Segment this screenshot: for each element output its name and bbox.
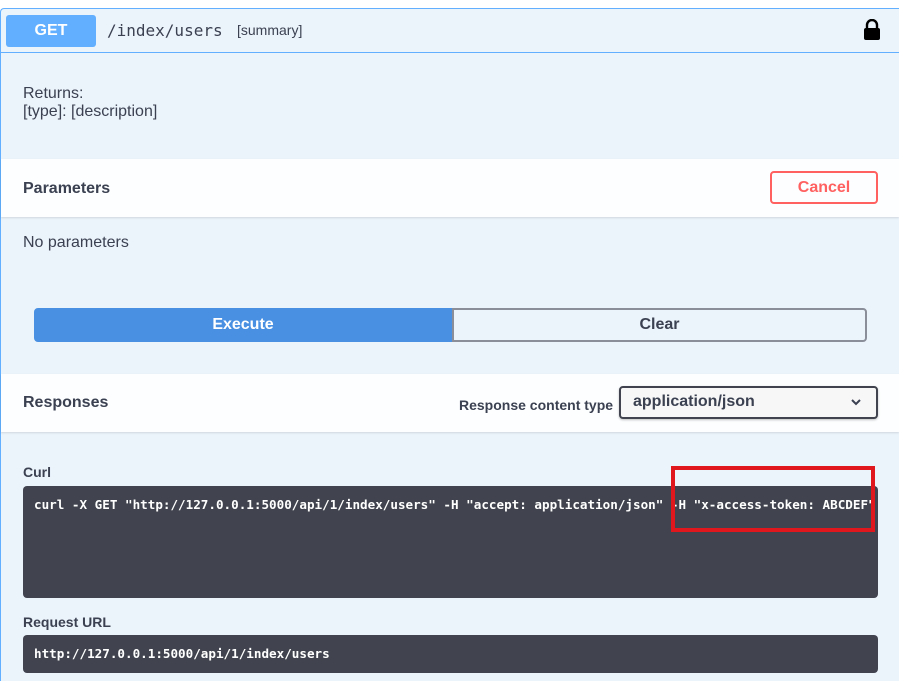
execute-button[interactable]: Execute <box>34 308 452 342</box>
parameters-header: Parameters Cancel <box>1 159 899 217</box>
chevron-down-icon <box>851 399 861 406</box>
description-type: [type]: [description] <box>23 103 158 120</box>
response-content-type-select[interactable]: application/json <box>619 386 878 419</box>
clear-button[interactable]: Clear <box>452 308 867 342</box>
highlight-annotation-box <box>671 466 875 532</box>
lock-icon[interactable] <box>863 19 881 41</box>
operation-description: Returns: [type]: [description] <box>23 85 157 121</box>
response-content-type-label: Response content type <box>459 397 614 413</box>
curl-label: Curl <box>23 464 51 480</box>
request-url-value[interactable]: http://127.0.0.1:5000/api/1/index/users <box>23 635 878 673</box>
operation-summary-text: [summary] <box>237 22 303 38</box>
execute-button-group: Execute Clear <box>34 308 867 342</box>
operation-summary[interactable]: GET /index/users [summary] <box>1 9 899 53</box>
responses-header: Responses Response content type applicat… <box>1 374 899 432</box>
description-returns: Returns: <box>23 85 84 102</box>
method-badge: GET <box>6 15 96 47</box>
cancel-button[interactable]: Cancel <box>770 171 878 204</box>
response-content-type-value: application/json <box>633 393 755 410</box>
operation-block: GET /index/users [summary] Returns: [typ… <box>0 8 899 681</box>
request-url-label: Request URL <box>23 614 111 630</box>
parameters-title: Parameters <box>23 180 111 197</box>
no-parameters-text: No parameters <box>23 234 129 251</box>
responses-title: Responses <box>23 394 109 411</box>
endpoint-path: /index/users <box>107 21 223 40</box>
